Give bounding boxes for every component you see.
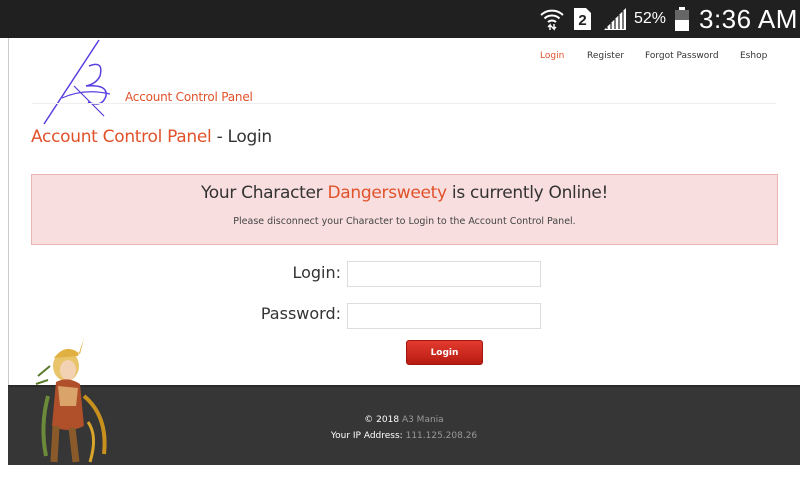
page-title-accent: Account Control Panel — [31, 127, 212, 147]
ip-value: 111.125.208.26 — [405, 431, 478, 441]
footer-site-link[interactable]: A3 Mania — [402, 415, 444, 425]
character-name: Dangersweety — [327, 183, 447, 203]
copyright-text: © 2018 — [364, 415, 400, 425]
password-label: Password: — [260, 304, 341, 323]
sim-icon: 2 — [572, 0, 592, 38]
status-bar: 2 52% 3:36 AM — [0, 0, 800, 38]
page-title: Account Control Panel - Login — [31, 127, 272, 147]
character-illustration — [28, 336, 128, 466]
page-bottom — [0, 465, 800, 480]
nav-eshop-link[interactable]: Eshop — [740, 51, 767, 61]
clock: 3:36 AM — [699, 3, 798, 34]
header-divider — [32, 103, 776, 104]
nav-register-link[interactable]: Register — [587, 51, 624, 61]
sim-slot-number: 2 — [578, 12, 586, 29]
ip-label: Your IP Address: — [330, 431, 403, 441]
site-logo[interactable] — [34, 38, 274, 128]
alert-title-suffix: is currently Online! — [446, 183, 609, 203]
login-input[interactable] — [347, 261, 541, 287]
alert-title-prefix: Your Character — [200, 183, 328, 203]
login-button[interactable]: Login — [406, 340, 483, 365]
alert-message: Please disconnect your Character to Logi… — [233, 216, 576, 227]
login-label: Login: — [292, 263, 341, 282]
logo-mark — [43, 39, 111, 125]
password-input[interactable] — [347, 303, 541, 329]
battery-percent: 52% — [634, 10, 667, 27]
logo-text: Account Control Panel — [125, 90, 253, 104]
battery-icon — [674, 0, 690, 38]
signal-icon — [603, 0, 627, 38]
wifi-icon — [539, 0, 565, 38]
page-title-rest: - Login — [211, 127, 273, 147]
online-alert: Your Character Dangersweety is currently… — [31, 174, 778, 245]
alert-title: Your Character Dangersweety is currently… — [32, 183, 777, 203]
nav-login-link[interactable]: Login — [540, 51, 564, 61]
nav-forgot-password-link[interactable]: Forgot Password — [645, 51, 719, 61]
